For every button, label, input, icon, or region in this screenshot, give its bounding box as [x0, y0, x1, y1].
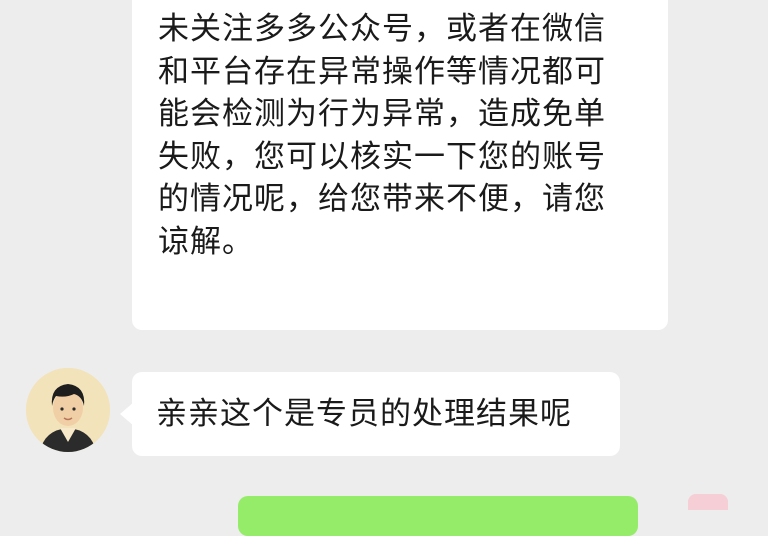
message-line: 失败，您可以核实一下您的账号 [158, 138, 606, 175]
message-text: 亲亲这个是专员的处理结果呢 [156, 396, 572, 432]
person-icon [26, 368, 110, 452]
agent-avatar[interactable] [26, 368, 110, 452]
chat-area: 未关注多多公众号，或者在微信 和平台存在异常操作等情况都可 能会检测为行为异常，… [0, 0, 768, 536]
message-line: 谅解。 [158, 223, 254, 260]
message-line: 未关注多多公众号，或者在微信 [158, 11, 606, 47]
message-line: 和平台存在异常操作等情况都可 [158, 53, 606, 90]
message-line: 能会检测为行为异常，造成免单 [158, 96, 606, 132]
message-bubble-received[interactable]: 亲亲这个是专员的处理结果呢 [120, 372, 620, 456]
message-line: 的情况呢，给您带来不便，请您 [158, 181, 606, 217]
message-bubble-received[interactable]: 未关注多多公众号，或者在微信 和平台存在异常操作等情况都可 能会检测为行为异常，… [132, 0, 668, 330]
message-bubble-sent[interactable] [238, 496, 638, 536]
partial-avatar [688, 494, 728, 510]
